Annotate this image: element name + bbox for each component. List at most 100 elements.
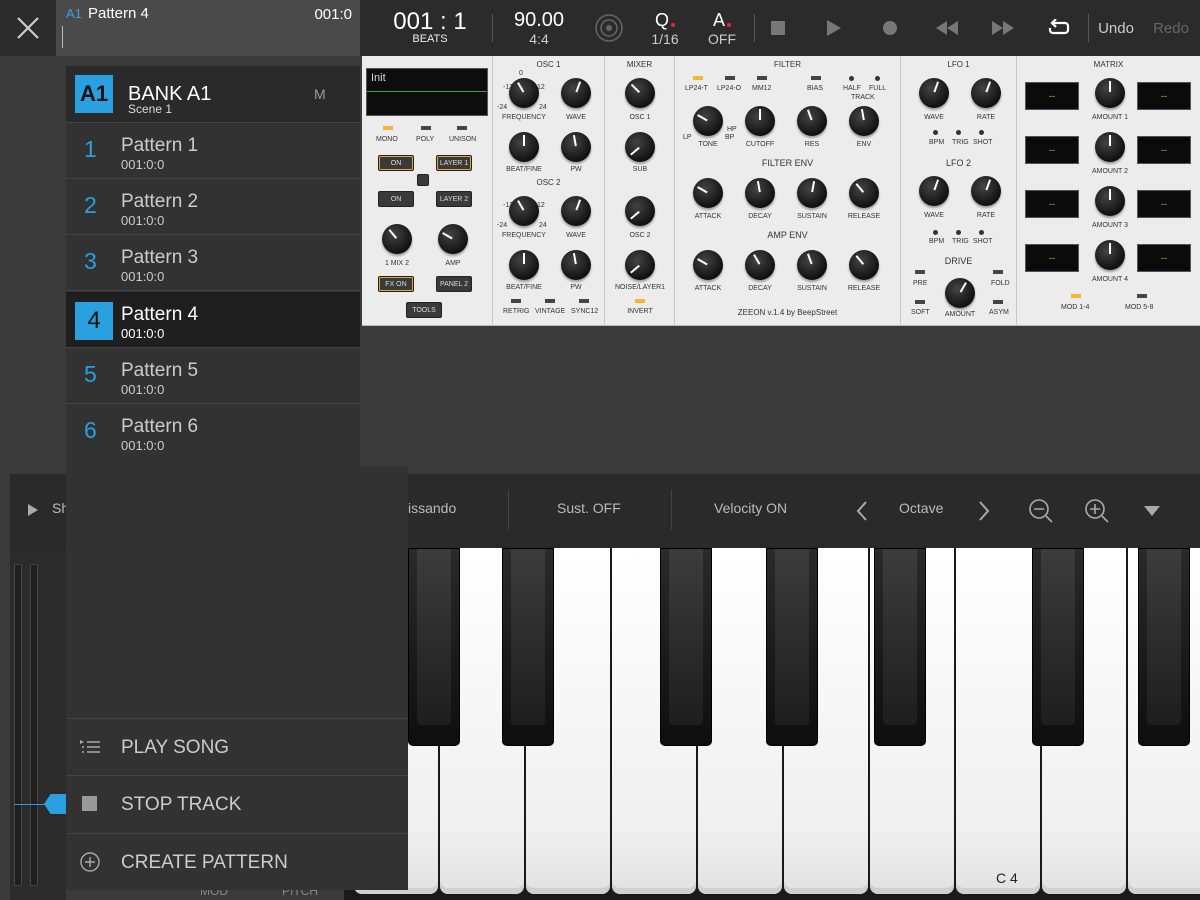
amp-decay-knob[interactable] — [745, 250, 775, 280]
lfo1-trig-dot[interactable] — [956, 130, 961, 135]
zoom-out-icon[interactable] — [1028, 498, 1054, 524]
black-key[interactable] — [1138, 548, 1190, 746]
osc2-pw-knob[interactable] — [561, 250, 591, 280]
tempo-display[interactable]: 90.00 4:4 — [500, 0, 578, 56]
osc1-wave-knob[interactable] — [561, 78, 591, 108]
drive-asym-led[interactable] — [993, 300, 1003, 304]
amp-knob[interactable] — [438, 224, 468, 254]
osc2-frequency-knob[interactable] — [509, 196, 539, 226]
osc1-pw-knob[interactable] — [561, 132, 591, 162]
black-key[interactable] — [408, 548, 460, 746]
matrix-amount1-knob[interactable] — [1095, 78, 1125, 108]
close-button[interactable] — [0, 0, 56, 56]
layer2-button[interactable]: LAYER 2 — [436, 191, 472, 207]
black-key[interactable] — [660, 548, 712, 746]
link-button[interactable] — [417, 174, 429, 186]
lfo2-shot-dot[interactable] — [979, 230, 984, 235]
black-key[interactable] — [1032, 548, 1084, 746]
create-pattern-button[interactable]: CREATE PATTERN — [66, 833, 408, 890]
lfo1-bpm-dot[interactable] — [933, 130, 938, 135]
piano-keyboard[interactable]: C 4 — [344, 548, 1200, 900]
fx-on-button[interactable]: FX ON — [378, 276, 414, 292]
retrig-led[interactable] — [511, 299, 521, 303]
layer1-button[interactable]: LAYER 1 — [436, 155, 472, 171]
pattern-item[interactable]: 6 Pattern 6 001:0:0 — [66, 404, 360, 460]
octave-up-icon[interactable] — [978, 500, 990, 522]
preset-display[interactable]: Init — [366, 68, 488, 116]
invert-led[interactable] — [635, 299, 645, 303]
fast-forward-button[interactable] — [986, 0, 1020, 56]
velocity-toggle[interactable]: Velocity ON — [714, 500, 787, 516]
res-knob[interactable] — [797, 106, 827, 136]
half-track-dot[interactable] — [849, 76, 854, 81]
quantize-button[interactable]: Q 1/16 — [645, 0, 685, 56]
lp24t-led[interactable] — [693, 76, 703, 80]
matrix-amount4-knob[interactable] — [1095, 240, 1125, 270]
layer-on-button[interactable]: ON — [378, 191, 414, 207]
bank-header[interactable]: A1 BANK A1 Scene 1 M — [66, 66, 360, 123]
mixer-noise-knob[interactable] — [625, 250, 655, 280]
env-knob[interactable] — [849, 106, 879, 136]
matrix-dest-4[interactable]: -- — [1137, 244, 1191, 272]
osc-on-button[interactable]: ON — [378, 155, 414, 171]
matrix-amount3-knob[interactable] — [1095, 186, 1125, 216]
lfo2-wave-knob[interactable] — [919, 176, 949, 206]
filter-attack-knob[interactable] — [693, 178, 723, 208]
lfo2-trig-dot[interactable] — [956, 230, 961, 235]
sustain-toggle[interactable]: Sust. OFF — [557, 500, 621, 516]
osc2-wave-knob[interactable] — [561, 196, 591, 226]
mono-led[interactable] — [383, 126, 393, 130]
pattern-item[interactable]: 3 Pattern 3 001:0:0 — [66, 235, 360, 291]
lfo1-shot-dot[interactable] — [979, 130, 984, 135]
pattern-selector[interactable]: A1 Pattern 4 001:0 — [56, 0, 360, 64]
mixer-osc1-knob[interactable] — [625, 78, 655, 108]
matrix-source-1[interactable]: -- — [1025, 82, 1079, 110]
lfo2-rate-knob[interactable] — [971, 176, 1001, 206]
pattern-item[interactable]: 5 Pattern 5 001:0:0 — [66, 348, 360, 404]
black-key[interactable] — [766, 548, 818, 746]
amp-attack-knob[interactable] — [693, 250, 723, 280]
undo-button[interactable]: Undo — [1094, 0, 1138, 56]
pitch-wheel[interactable] — [30, 564, 38, 886]
filter-release-knob[interactable] — [849, 178, 879, 208]
glissando-toggle[interactable]: issando — [408, 500, 456, 516]
play-small-icon[interactable] — [28, 504, 38, 516]
pattern-item-selected[interactable]: 4 Pattern 4 001:0:0 — [66, 292, 360, 348]
play-song-button[interactable]: PLAY SONG — [66, 718, 408, 775]
lfo1-wave-knob[interactable] — [919, 78, 949, 108]
redo-button[interactable]: Redo — [1148, 0, 1194, 56]
drive-pre-led[interactable] — [915, 270, 925, 274]
record-button[interactable] — [876, 0, 904, 56]
pattern-item[interactable]: 2 Pattern 2 001:0:0 — [66, 179, 360, 235]
sync-led[interactable] — [579, 299, 589, 303]
filter-decay-knob[interactable] — [745, 178, 775, 208]
bias-led[interactable] — [811, 76, 821, 80]
filter-sustain-knob[interactable] — [797, 178, 827, 208]
position-display[interactable]: 001 : 1 BEATS — [370, 0, 490, 56]
lp24o-led[interactable] — [725, 76, 735, 80]
poly-led[interactable] — [421, 126, 431, 130]
play-button[interactable] — [820, 0, 848, 56]
vintage-led[interactable] — [545, 299, 555, 303]
stop-track-button[interactable]: STOP TRACK — [66, 775, 408, 832]
matrix-source-3[interactable]: -- — [1025, 190, 1079, 218]
mod-wheel[interactable] — [14, 564, 22, 886]
mixer-osc2-knob[interactable] — [625, 196, 655, 226]
zoom-in-icon[interactable] — [1084, 498, 1110, 524]
rewind-button[interactable] — [930, 0, 964, 56]
loop-button[interactable] — [1042, 0, 1076, 56]
full-track-dot[interactable] — [875, 76, 880, 81]
matrix-source-4[interactable]: -- — [1025, 244, 1079, 272]
octave-down-icon[interactable] — [856, 500, 868, 522]
drive-amount-knob[interactable] — [945, 278, 975, 308]
cutoff-knob[interactable] — [745, 106, 775, 136]
panel2-button[interactable]: PANEL 2 — [436, 276, 472, 292]
black-key[interactable] — [502, 548, 554, 746]
lfo2-bpm-dot[interactable] — [933, 230, 938, 235]
tone-knob[interactable] — [693, 106, 723, 136]
tools-button[interactable]: TOOLS — [406, 302, 442, 318]
pattern-item[interactable]: 1 Pattern 1 001:0:0 — [66, 123, 360, 179]
collapse-icon[interactable] — [1144, 506, 1160, 516]
black-key[interactable] — [874, 548, 926, 746]
white-key-c4[interactable]: C 4 — [956, 548, 1040, 894]
